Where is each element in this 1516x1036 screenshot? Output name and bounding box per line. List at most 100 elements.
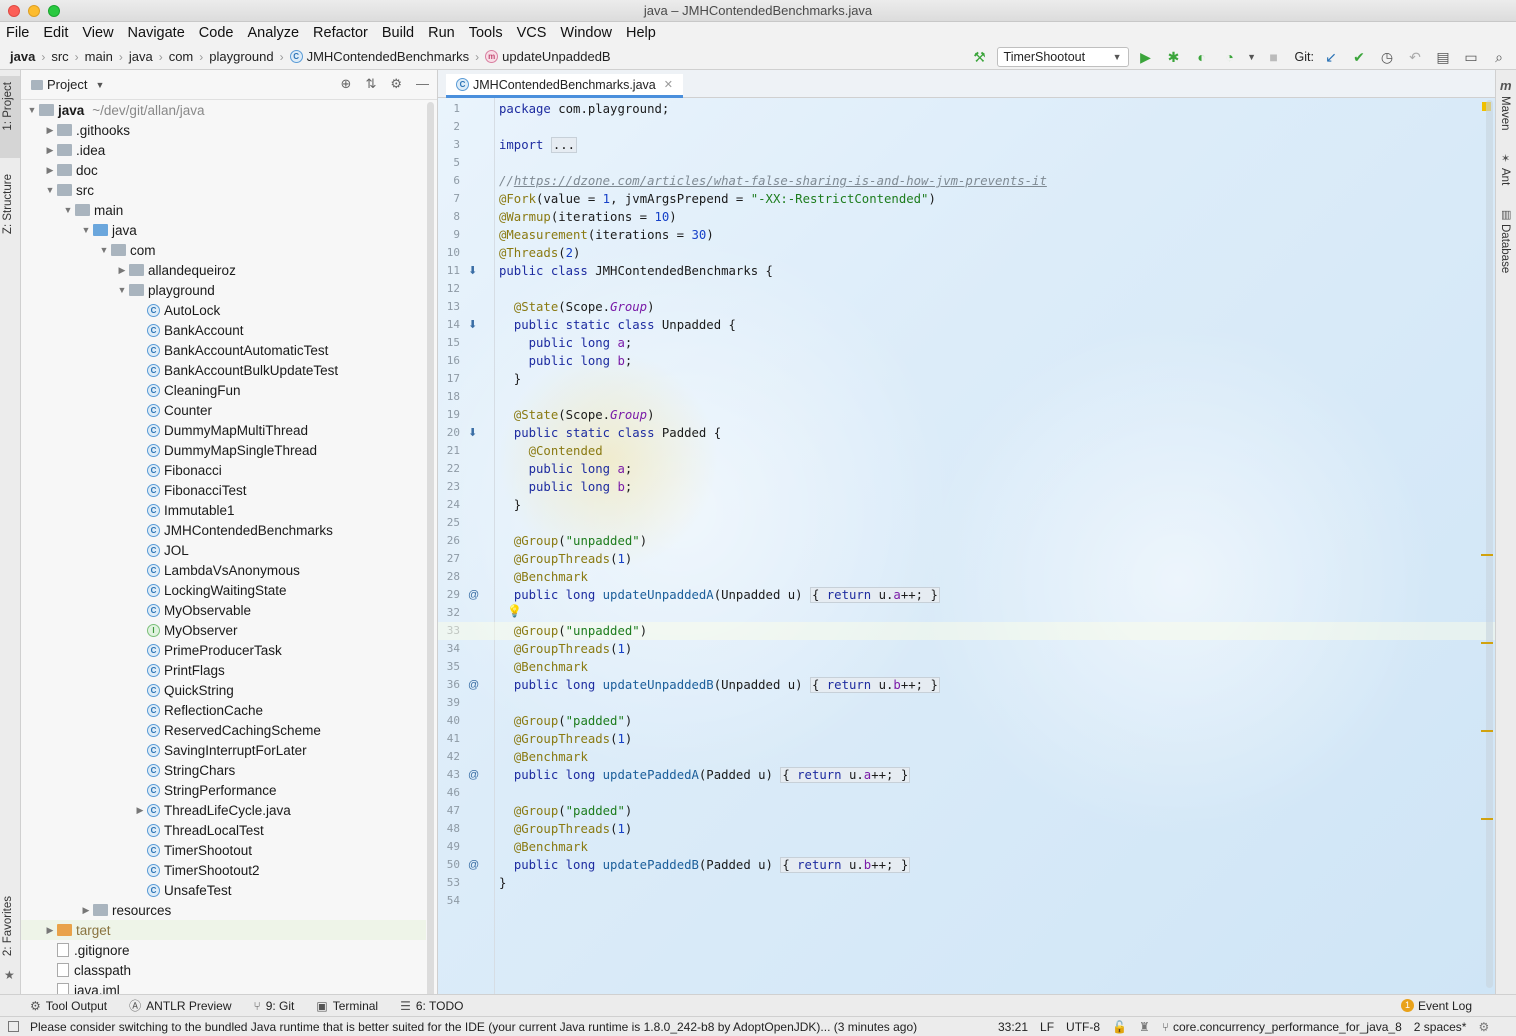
line-number[interactable]: 53 xyxy=(438,874,460,892)
line-number[interactable]: 26 xyxy=(438,532,460,550)
code-line[interactable]: //https://dzone.com/articles/what-false-… xyxy=(499,172,1047,190)
code-line[interactable]: @Group("padded") xyxy=(499,712,632,730)
breadcrumb-item[interactable]: src xyxy=(51,49,68,64)
line-number[interactable]: 1 xyxy=(438,100,460,118)
inspector-icon[interactable]: ♜ xyxy=(1139,1020,1150,1034)
code-line[interactable]: public long a; xyxy=(499,334,633,352)
tree-item[interactable]: ▶ target xyxy=(21,920,426,940)
code-line[interactable]: @GroupThreads(1) xyxy=(499,550,632,568)
line-number[interactable]: 10 xyxy=(438,244,460,262)
profile-icon[interactable]: ◔ xyxy=(1219,47,1241,67)
structure-tool-label[interactable]: Z: Structure xyxy=(2,174,14,234)
menu-window[interactable]: Window xyxy=(560,25,612,41)
tree-item[interactable]: C JOL xyxy=(21,540,426,560)
breadcrumb-item[interactable]: playground xyxy=(209,49,273,64)
coverage-icon[interactable]: ◐ xyxy=(1191,47,1213,67)
code-line[interactable]: @Warmup(iterations = 10) xyxy=(499,208,677,226)
line-number[interactable]: 40 xyxy=(438,712,460,730)
lock-icon[interactable]: 🔓 xyxy=(1112,1020,1127,1034)
debug-icon[interactable]: ✱ xyxy=(1163,47,1185,67)
stop-icon[interactable]: ■ xyxy=(1263,47,1285,67)
line-number[interactable]: 9 xyxy=(438,226,460,244)
line-number[interactable]: 50 xyxy=(438,856,460,874)
project-tree-scrollbar[interactable] xyxy=(427,102,434,1000)
line-number[interactable]: 42 xyxy=(438,748,460,766)
tree-item[interactable]: ▼ com xyxy=(21,240,426,260)
tree-item[interactable]: C Counter xyxy=(21,400,426,420)
run-configuration-select[interactable]: TimerShootout ▼ xyxy=(996,47,1129,67)
project-structure-icon[interactable]: ▤ xyxy=(1432,47,1454,67)
line-number[interactable]: 11 xyxy=(438,262,460,280)
override-marker-icon[interactable]: @ xyxy=(468,856,479,874)
code-line[interactable]: @Group("padded") xyxy=(499,802,632,820)
chevron-right-icon[interactable]: ▶ xyxy=(43,165,57,176)
chevron-right-icon[interactable]: ▶ xyxy=(133,805,147,816)
ant-tool-label[interactable]: Ant xyxy=(1499,168,1511,185)
event-log-button[interactable]: 1 Event Log xyxy=(1400,999,1472,1013)
close-window-button[interactable] xyxy=(8,5,20,17)
chevron-right-icon[interactable]: ▶ xyxy=(79,905,93,916)
code-line[interactable]: public long a; xyxy=(499,460,633,478)
line-number[interactable]: 46 xyxy=(438,784,460,802)
bottom-tab[interactable]: Ⓐ ANTLR Preview xyxy=(129,997,231,1014)
tree-item[interactable]: C LambdaVsAnonymous xyxy=(21,560,426,580)
code-line[interactable]: @Group("unpadded") xyxy=(499,622,647,640)
chevron-right-icon[interactable]: ▶ xyxy=(43,125,57,136)
tree-item[interactable]: C TimerShootout2 xyxy=(21,860,426,880)
override-marker-icon[interactable]: @ xyxy=(468,586,479,604)
code-line[interactable]: @Benchmark xyxy=(499,838,588,856)
code-line[interactable]: public class JMHContendedBenchmarks { xyxy=(499,262,773,280)
line-number[interactable]: 39 xyxy=(438,694,460,712)
menu-help[interactable]: Help xyxy=(626,25,656,41)
tab-jmhcontendedbenchmarks[interactable]: C JMHContendedBenchmarks.java ✕ xyxy=(446,74,683,98)
line-number[interactable]: 23 xyxy=(438,478,460,496)
chevron-down-icon[interactable]: ▼ xyxy=(25,105,39,115)
tree-item[interactable]: java.iml xyxy=(21,980,426,994)
menu-navigate[interactable]: Navigate xyxy=(128,25,185,41)
project-tool-label[interactable]: 1: Project xyxy=(2,82,14,131)
breadcrumb-item[interactable]: com xyxy=(169,49,194,64)
hide-icon[interactable]: — xyxy=(416,76,429,92)
implemented-marker-icon[interactable]: ⬇ xyxy=(468,424,477,442)
line-number[interactable]: 25 xyxy=(438,514,460,532)
breadcrumb-item[interactable]: java xyxy=(129,49,153,64)
line-number[interactable]: 41 xyxy=(438,730,460,748)
line-number[interactable]: 48 xyxy=(438,820,460,838)
chevron-down-icon[interactable]: ▼ xyxy=(43,185,57,195)
tree-item[interactable]: C BankAccountAutomaticTest xyxy=(21,340,426,360)
code-line[interactable]: @Fork(value = 1, jvmArgsPrepend = "-XX:-… xyxy=(499,190,936,208)
scroll-marker[interactable] xyxy=(1481,730,1493,732)
indent-setting[interactable]: 2 spaces* xyxy=(1414,1020,1467,1034)
chevron-down-icon[interactable]: ▼ xyxy=(95,80,104,90)
tree-item[interactable]: C UnsafeTest xyxy=(21,880,426,900)
git-branch[interactable]: core.concurrency_performance_for_java_8 xyxy=(1173,1020,1402,1034)
rollback-icon[interactable]: ↶ xyxy=(1404,47,1426,67)
tree-item[interactable]: ▼ java xyxy=(21,220,426,240)
status-message[interactable]: Please consider switching to the bundled… xyxy=(30,1020,978,1034)
line-number[interactable]: 3 xyxy=(438,136,460,154)
chevron-down-icon[interactable]: ▼ xyxy=(97,245,111,255)
menu-refactor[interactable]: Refactor xyxy=(313,25,368,41)
code-line[interactable]: import ... xyxy=(499,136,578,154)
breadcrumb-item[interactable]: C JMHContendedBenchmarks xyxy=(289,49,469,64)
line-number[interactable]: 12 xyxy=(438,280,460,298)
menu-view[interactable]: View xyxy=(82,25,113,41)
override-marker-icon[interactable]: @ xyxy=(468,766,479,784)
code-line[interactable]: public long updatePaddedB(Padded u) { re… xyxy=(499,856,911,874)
override-marker-icon[interactable]: @ xyxy=(468,676,479,694)
line-separator[interactable]: LF xyxy=(1040,1020,1054,1034)
chevron-down-icon[interactable]: ▼ xyxy=(1247,47,1257,67)
line-number[interactable]: 22 xyxy=(438,460,460,478)
tree-item[interactable]: C Immutable1 xyxy=(21,500,426,520)
tree-item[interactable]: I MyObserver xyxy=(21,620,426,640)
code-line[interactable]: } xyxy=(499,496,521,514)
chevron-right-icon[interactable]: ▶ xyxy=(43,145,57,156)
code-line[interactable]: @Threads(2) xyxy=(499,244,580,262)
scroll-marker[interactable] xyxy=(1481,554,1493,556)
line-number[interactable]: 36 xyxy=(438,676,460,694)
tree-item[interactable]: C BankAccount xyxy=(21,320,426,340)
breadcrumb-item[interactable]: java xyxy=(10,49,35,64)
line-number[interactable]: 35 xyxy=(438,658,460,676)
code-line[interactable]: public long b; xyxy=(499,352,633,370)
line-number[interactable]: 7 xyxy=(438,190,460,208)
